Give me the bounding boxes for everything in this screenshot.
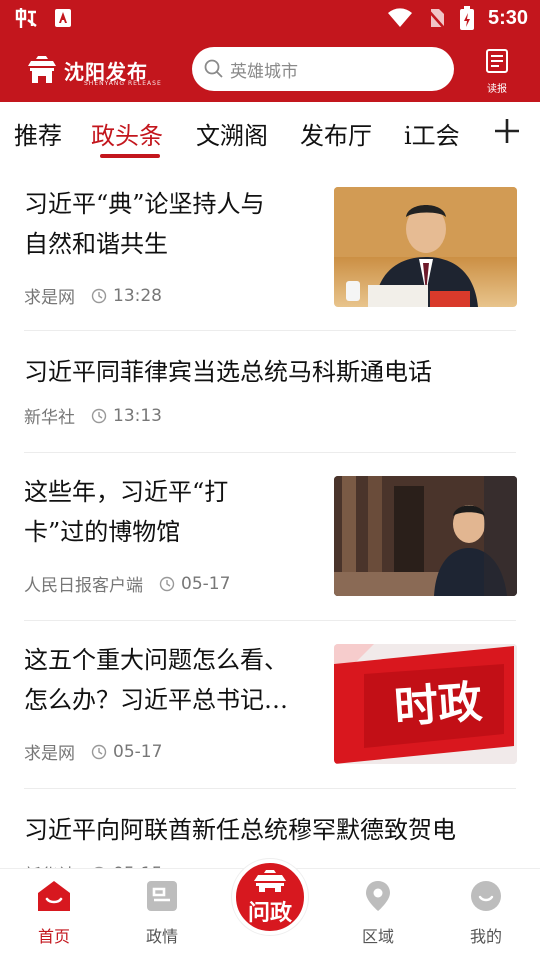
battery-icon xyxy=(459,6,474,30)
nav-region-label: 区域 xyxy=(361,927,394,946)
news-thumbnail: 时政 xyxy=(334,644,517,764)
read-paper-button[interactable]: 读报 xyxy=(480,48,514,95)
read-paper-label: 读报 xyxy=(487,84,507,95)
news-meta: 新华社 13:13 xyxy=(24,403,162,429)
news-time: 05-17 xyxy=(181,573,231,594)
no-sim-icon xyxy=(427,9,445,29)
city-gate-logo-icon xyxy=(28,56,56,83)
nav-politics[interactable]: 政情 xyxy=(122,879,202,947)
news-thumbnail xyxy=(334,187,517,307)
news-title: 习近平同菲律宾当选总统马科斯通电话 xyxy=(24,358,432,386)
newspaper-icon xyxy=(486,49,508,73)
news-meta: 求是网 13:28 xyxy=(24,283,162,309)
search-placeholder: 英雄城市 xyxy=(230,61,298,82)
clock-icon xyxy=(159,576,175,591)
nav-profile-label: 我的 xyxy=(469,927,502,946)
app-notification-icon xyxy=(15,8,37,28)
active-tab-indicator xyxy=(100,154,160,158)
clock-icon xyxy=(91,288,107,303)
app-logo[interactable]: 沈阳发布 SHENYANG RELEASE xyxy=(26,50,176,90)
tab-press-hall[interactable]: 发布厅 xyxy=(300,116,372,151)
news-meta: 求是网 05-17 xyxy=(24,739,163,765)
news-time: 13:13 xyxy=(113,405,162,426)
search-input[interactable]: 英雄城市 xyxy=(192,47,454,91)
clock-icon xyxy=(91,408,107,423)
news-icon xyxy=(147,881,177,911)
portrait-image xyxy=(334,187,517,307)
ask-gov-icon xyxy=(254,870,286,892)
profile-icon xyxy=(471,881,501,911)
news-source: 求是网 xyxy=(24,744,75,764)
news-time: 05-17 xyxy=(113,741,163,762)
tab-wensuge[interactable]: 文溯阁 xyxy=(196,116,268,151)
home-icon xyxy=(38,881,70,911)
tab-i-union[interactable]: i工会 xyxy=(404,116,460,151)
status-bar: 5:30 xyxy=(0,0,540,36)
add-channel-icon[interactable] xyxy=(492,116,522,146)
feed-divider xyxy=(24,452,516,453)
news-title: 这五个重大问题怎么看、 怎么办？习近平总书记… xyxy=(24,646,288,714)
news-time: 13:28 xyxy=(113,285,162,306)
app-header: 沈阳发布 SHENYANG RELEASE 英雄城市 读报 xyxy=(0,36,540,102)
news-title: 习近平向阿联酋新任总统穆罕默德致贺电 xyxy=(24,816,456,844)
banner-text: 时政 xyxy=(392,677,483,734)
nav-home[interactable]: 首页 xyxy=(14,879,94,947)
news-source: 求是网 xyxy=(24,288,75,308)
shield-notification-icon xyxy=(55,9,71,27)
news-source: 人民日报客户端 xyxy=(24,576,143,596)
nav-region[interactable]: 区域 xyxy=(338,879,418,947)
tab-recommend[interactable]: 推荐 xyxy=(14,116,62,151)
nav-politics-label: 政情 xyxy=(145,927,178,946)
news-thumbnail xyxy=(334,476,517,596)
nav-profile[interactable]: 我的 xyxy=(446,879,526,947)
nav-home-label: 首页 xyxy=(37,927,70,946)
bottom-navigation: 首页 政情 问政 区域 我的 xyxy=(0,859,540,960)
channel-tabs: 推荐 政头条 文溯阁 发布厅 i工会 xyxy=(0,102,540,164)
location-icon xyxy=(366,881,390,911)
feed-divider xyxy=(24,788,516,789)
news-meta: 人民日报客户端 05-17 xyxy=(24,571,231,597)
brand-subtitle: SHENYANG RELEASE xyxy=(84,80,162,87)
current-affairs-banner: 时政 xyxy=(334,644,517,764)
tab-politics-headlines[interactable]: 政头条 xyxy=(91,116,163,151)
museum-visit-image xyxy=(334,476,517,596)
nav-ask-gov-label: 问政 xyxy=(247,900,292,926)
clock-icon xyxy=(91,744,107,759)
nav-ask-gov[interactable]: 问政 xyxy=(232,859,308,935)
search-icon xyxy=(204,59,223,78)
feed-divider xyxy=(24,620,516,621)
feed-divider xyxy=(24,330,516,331)
wifi-icon xyxy=(387,8,412,27)
clock-time: 5:30 xyxy=(487,6,528,29)
news-title: 这些年，习近平“打 卡”过的博物馆 xyxy=(24,478,229,546)
news-source: 新华社 xyxy=(24,408,75,428)
news-title: 习近平“典”论坚持人与 自然和谐共生 xyxy=(24,190,265,258)
